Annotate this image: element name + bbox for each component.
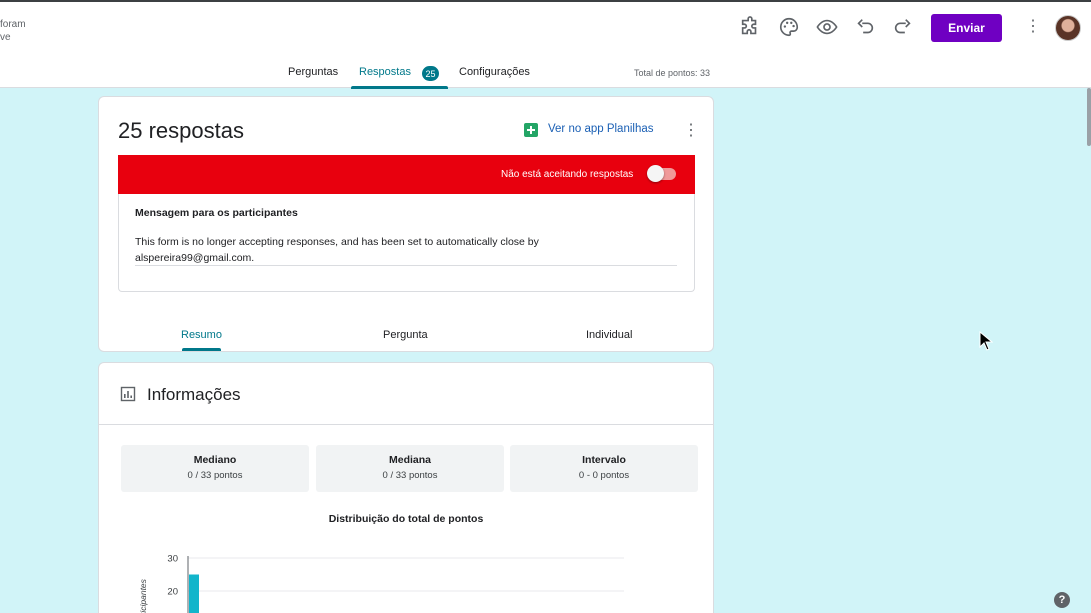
- stat-range-value: 0 - 0 pontos: [578, 470, 630, 481]
- subtab-summary[interactable]: Resumo: [181, 329, 222, 341]
- stat-average-value: 0 / 33 pontos: [187, 470, 243, 481]
- preview-eye-icon[interactable]: [816, 16, 838, 38]
- insights-chart-icon: [120, 386, 136, 402]
- bar: [189, 574, 199, 613]
- total-points: Total de pontos: 33: [634, 68, 711, 78]
- stat-average-label: Mediano: [193, 454, 237, 466]
- avatar[interactable]: [1055, 15, 1081, 41]
- closed-message-box: Mensagem para os participantes This form…: [118, 194, 695, 292]
- active-tab-indicator: [351, 86, 448, 89]
- insights-title: Informações: [147, 385, 241, 404]
- accepting-responses-label: Não está aceitando respostas: [501, 169, 634, 180]
- palette-icon[interactable]: [778, 16, 800, 38]
- scrollbar-thumb[interactable]: [1087, 88, 1091, 146]
- redo-icon[interactable]: [892, 16, 914, 38]
- stat-range: Intervalo 0 - 0 pontos: [510, 445, 698, 492]
- save-status-line-1: foram: [0, 19, 26, 30]
- toggle-knob: [647, 165, 664, 182]
- stat-range-label: Intervalo: [582, 454, 626, 466]
- send-button[interactable]: Enviar: [931, 14, 1002, 42]
- tab-responses[interactable]: Respostas: [359, 66, 411, 78]
- tab-questions[interactable]: Perguntas: [288, 66, 338, 78]
- addon-puzzle-icon[interactable]: [739, 16, 761, 38]
- tab-settings[interactable]: Configurações: [459, 66, 530, 78]
- subtab-individual[interactable]: Individual: [586, 329, 632, 341]
- sheets-icon[interactable]: [524, 123, 538, 137]
- undo-icon[interactable]: [854, 16, 876, 38]
- insights-divider: [99, 424, 713, 425]
- y-tick-label: 30: [167, 554, 178, 565]
- more-vert-icon[interactable]: ⋮: [1025, 19, 1041, 35]
- view-in-sheets-link[interactable]: Ver no app Planilhas: [548, 123, 654, 135]
- accepting-responses-toggle[interactable]: [647, 165, 676, 182]
- y-tick-label: 20: [167, 587, 178, 598]
- responses-more-icon[interactable]: ⋮: [683, 123, 699, 139]
- insights-card: Informações Mediano 0 / 33 pontos Median…: [98, 362, 714, 613]
- top-bar: foram ve Enviar ⋮ Perguntas Respostas 25…: [0, 0, 1091, 89]
- chart-title: Distribuição do total de pontos: [328, 513, 484, 525]
- help-icon[interactable]: ?: [1054, 592, 1070, 608]
- stat-median-value: 0 / 33 pontos: [382, 470, 438, 481]
- closed-message-field[interactable]: This form is no longer accepting respons…: [135, 234, 655, 266]
- y-axis-label: ticipantes: [138, 578, 148, 613]
- scrollbar-track[interactable]: [1085, 88, 1091, 613]
- stat-median-label: Mediana: [388, 454, 431, 466]
- responses-count-title: 25 respostas: [118, 118, 244, 143]
- save-status-line-2: ve: [0, 32, 11, 43]
- stat-average: Mediano 0 / 33 pontos: [121, 445, 309, 492]
- mouse-cursor-icon: [979, 331, 993, 351]
- points-distribution-chart: 30 20 ticipantes: [138, 554, 624, 613]
- stat-median: Mediana 0 / 33 pontos: [316, 445, 504, 492]
- closed-message-title: Mensagem para os participantes: [135, 207, 298, 219]
- closed-banner: Não está aceitando respostas: [118, 155, 695, 194]
- subtab-question[interactable]: Pergunta: [383, 329, 428, 341]
- active-subtab-indicator: [182, 348, 221, 351]
- responses-count-badge: 25: [422, 66, 439, 81]
- save-status: foram ve: [0, 18, 26, 44]
- responses-card: 25 respostas Ver no app Planilhas ⋮ Não …: [98, 96, 714, 352]
- message-field-underline: [135, 265, 677, 266]
